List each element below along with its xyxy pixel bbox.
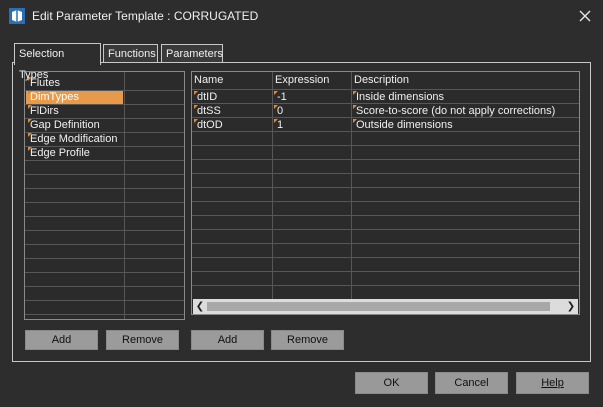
table-cell-expression[interactable]: -1 [277, 91, 287, 104]
table-cell-expression[interactable]: 0 [277, 105, 283, 118]
cancel-button[interactable]: Cancel [435, 372, 508, 394]
table-cell-expression[interactable]: 1 [277, 119, 283, 132]
close-button[interactable] [572, 4, 598, 28]
value-remove-button[interactable]: Remove [271, 330, 344, 350]
values-table[interactable]: Name Expression Description dtID -1 Inside… [191, 71, 580, 315]
table-cell-name[interactable]: dtSS [197, 105, 221, 118]
table-row[interactable] [192, 243, 579, 258]
table-row[interactable] [192, 75, 579, 90]
list-item-label[interactable]: DimTypes [30, 91, 79, 104]
list-row[interactable] [25, 244, 184, 259]
list-row[interactable] [25, 188, 184, 203]
list-row[interactable] [25, 174, 184, 189]
table-row[interactable] [192, 173, 579, 188]
list-item-label[interactable]: Edge Modification [30, 133, 117, 146]
table-cell-name[interactable]: dtOD [197, 119, 223, 132]
selection-types-list[interactable]: FlutesDimTypesFlDirsGap DefinitionEdge M… [24, 71, 185, 320]
list-row[interactable] [25, 160, 184, 175]
list-row[interactable] [25, 230, 184, 245]
list-item-label[interactable]: Edge Profile [30, 147, 90, 160]
selection-add-button[interactable]: Add [25, 330, 98, 350]
table-cell-description[interactable]: Score-to-score (do not apply corrections… [356, 105, 555, 118]
list-item-label[interactable]: Gap Definition [30, 119, 100, 132]
list-row[interactable] [25, 272, 184, 287]
table-row[interactable] [192, 145, 579, 160]
scroll-right-icon[interactable]: ❯ [564, 299, 578, 314]
list-row[interactable] [25, 258, 184, 273]
scrollbar-thumb[interactable] [207, 302, 550, 311]
close-icon [579, 10, 591, 22]
ok-button[interactable]: OK [355, 372, 428, 394]
application-icon [9, 8, 25, 24]
table-row[interactable] [192, 229, 579, 244]
selection-remove-button[interactable]: Remove [106, 330, 179, 350]
tab-panel: FlutesDimTypesFlDirsGap DefinitionEdge M… [12, 62, 591, 362]
tab-parameters[interactable]: Parameters [161, 44, 223, 63]
scroll-left-icon[interactable]: ❮ [193, 299, 207, 314]
list-item-label[interactable]: FlDirs [30, 105, 59, 118]
table-row[interactable] [192, 257, 579, 272]
value-add-button[interactable]: Add [191, 330, 264, 350]
table-row[interactable] [192, 187, 579, 202]
help-button[interactable]: Help [516, 372, 589, 394]
window-title: Edit Parameter Template : CORRUGATED [32, 9, 259, 23]
table-row[interactable] [192, 215, 579, 230]
table-row[interactable] [192, 131, 579, 146]
tab-selection-types[interactable]: Selection Types [14, 43, 101, 81]
table-cell-description[interactable]: Outside dimensions [356, 119, 453, 132]
horizontal-scrollbar[interactable]: ❮ ❯ [193, 299, 578, 314]
table-row[interactable] [192, 159, 579, 174]
table-cell-name[interactable]: dtID [197, 91, 217, 104]
tab-functions[interactable]: Functions [103, 44, 158, 63]
table-row[interactable] [192, 201, 579, 216]
table-cell-description[interactable]: Inside dimensions [356, 91, 444, 104]
list-row[interactable] [25, 300, 184, 315]
list-row[interactable] [25, 286, 184, 301]
title-bar: Edit Parameter Template : CORRUGATED [0, 0, 603, 32]
list-row[interactable] [25, 216, 184, 231]
list-row[interactable] [25, 202, 184, 217]
table-row[interactable] [192, 271, 579, 286]
